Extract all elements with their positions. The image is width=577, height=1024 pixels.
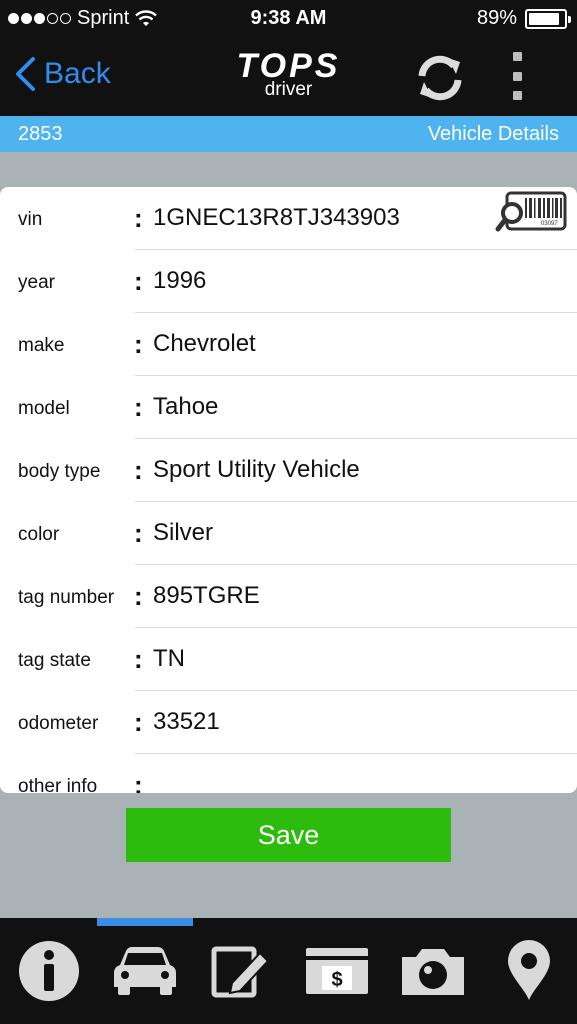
field-row-body-type[interactable]: body type : Sport Utility Vehicle xyxy=(0,439,577,502)
tab-payment[interactable]: $ xyxy=(289,918,385,1024)
field-separator: : xyxy=(134,329,143,359)
logo-title: TOPS xyxy=(236,47,341,85)
active-tab-indicator xyxy=(97,918,193,926)
field-label: vin xyxy=(18,209,43,230)
field-label: tag state xyxy=(18,650,91,671)
field-separator: : xyxy=(134,203,143,233)
field-separator: : xyxy=(134,581,143,611)
year-value[interactable]: 1996 xyxy=(153,267,206,295)
color-value[interactable]: Silver xyxy=(153,519,213,547)
field-row-odometer[interactable]: odometer : 33521 xyxy=(0,691,577,754)
field-row-tag-number[interactable]: tag number : 895TGRE xyxy=(0,565,577,628)
app-logo: TOPS driver xyxy=(0,47,577,100)
field-label: make xyxy=(18,335,65,356)
field-separator: : xyxy=(134,266,143,296)
field-separator: : xyxy=(134,644,143,674)
field-separator: : xyxy=(134,392,143,422)
bottom-tab-bar: $ xyxy=(0,918,577,1024)
field-label: body type xyxy=(18,461,101,482)
battery-percent: 89% xyxy=(476,7,517,29)
make-value[interactable]: Chevrolet xyxy=(153,330,256,358)
navigation-bar: Back TOPS driver xyxy=(0,36,577,116)
field-row-other-info[interactable]: other info : xyxy=(0,754,577,793)
field-label: color xyxy=(18,524,60,545)
kebab-menu-icon[interactable] xyxy=(506,52,528,100)
field-separator: : xyxy=(134,455,143,485)
save-button[interactable]: Save xyxy=(126,808,451,862)
field-label: year xyxy=(18,272,55,293)
odometer-value[interactable]: 33521 xyxy=(153,708,220,736)
battery-icon xyxy=(525,8,571,29)
field-row-make[interactable]: make : Chevrolet xyxy=(0,313,577,376)
refresh-icon xyxy=(418,55,462,101)
vehicle-details-card: vin : 1GNEC13R8TJ343903 03097 year : 199… xyxy=(0,187,577,793)
field-row-year[interactable]: year : 1996 xyxy=(0,250,577,313)
body-type-value[interactable]: Sport Utility Vehicle xyxy=(153,456,360,484)
car-icon xyxy=(114,947,176,995)
field-row-tag-state[interactable]: tag state : TN xyxy=(0,628,577,691)
dollar-icon: $ xyxy=(306,948,368,994)
sub-header: 2853 Vehicle Details xyxy=(0,116,577,152)
tab-info[interactable] xyxy=(1,918,97,1024)
barcode-number: 03097 xyxy=(541,221,558,227)
barcode-scan-icon: 03097 xyxy=(495,191,567,232)
field-row-model[interactable]: model : Tahoe xyxy=(0,376,577,439)
field-label: tag number xyxy=(18,587,115,608)
tab-location[interactable] xyxy=(481,918,577,1024)
field-separator: : xyxy=(134,707,143,737)
record-id: 2853 xyxy=(18,123,63,145)
section-title: Vehicle Details xyxy=(427,123,559,145)
refresh-button[interactable] xyxy=(412,50,468,106)
camera-icon xyxy=(402,949,464,995)
tag-number-value[interactable]: 895TGRE xyxy=(153,582,260,610)
location-pin-icon xyxy=(508,940,550,1000)
tab-notes[interactable] xyxy=(193,918,289,1024)
field-label: other info xyxy=(18,776,98,793)
svg-text:$: $ xyxy=(331,969,342,991)
status-right: 89% xyxy=(476,7,571,30)
field-label: odometer xyxy=(18,713,99,734)
field-row-color[interactable]: color : Silver xyxy=(0,502,577,565)
logo-subtitle: driver xyxy=(264,79,313,100)
vin-value[interactable]: 1GNEC13R8TJ343903 xyxy=(153,204,400,232)
field-separator: : xyxy=(134,770,143,793)
field-row-vin[interactable]: vin : 1GNEC13R8TJ343903 03097 xyxy=(0,187,577,250)
tab-photos[interactable] xyxy=(385,918,481,1024)
tag-state-value[interactable]: TN xyxy=(153,645,185,673)
status-bar: Sprint 9:38 AM 89% xyxy=(0,0,577,36)
field-label: model xyxy=(18,398,70,419)
model-value[interactable]: Tahoe xyxy=(153,393,218,421)
field-separator: : xyxy=(134,518,143,548)
barcode-scan-button[interactable]: 03097 xyxy=(495,189,569,237)
tab-vehicle[interactable] xyxy=(97,918,193,1024)
edit-icon xyxy=(211,946,270,998)
info-icon xyxy=(19,941,79,1001)
